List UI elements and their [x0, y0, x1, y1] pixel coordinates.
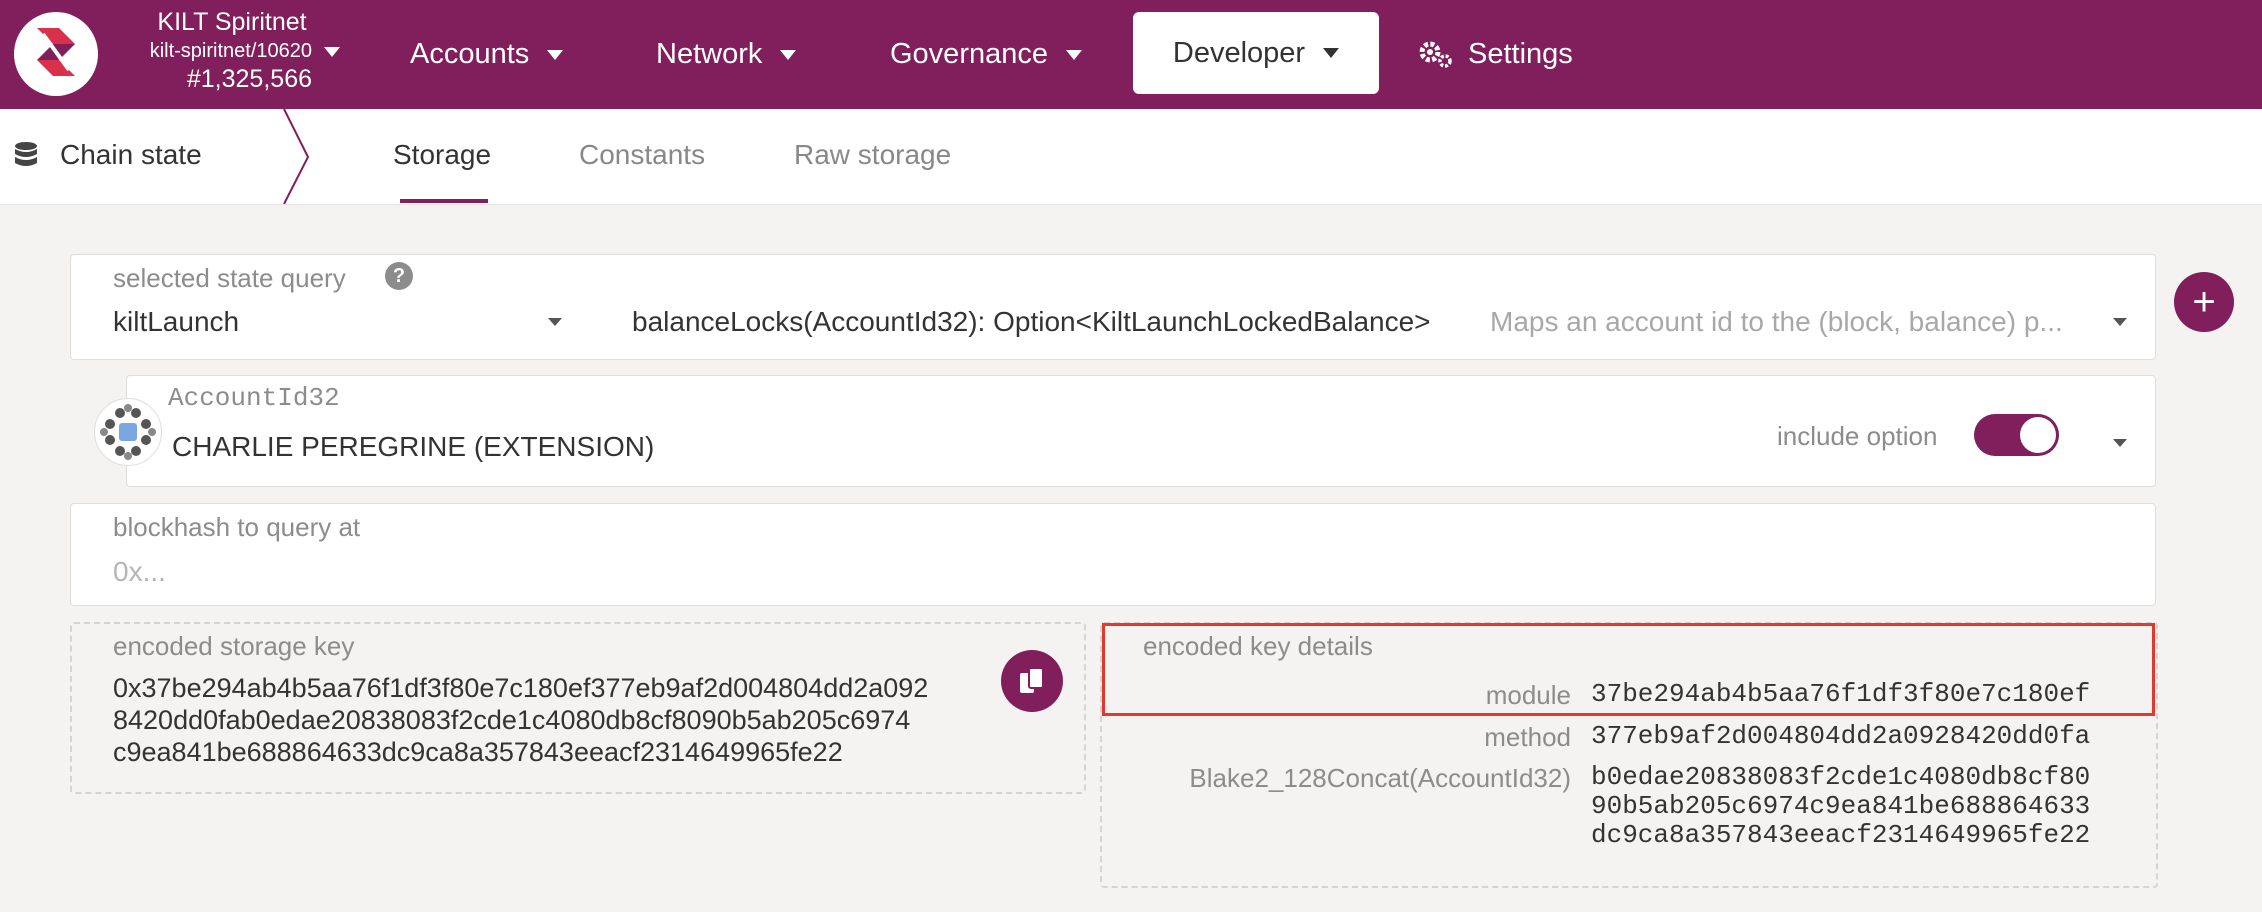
nav-settings-label: Settings	[1468, 38, 1573, 70]
method-description: Maps an account id to the (block, balanc…	[1490, 306, 2063, 337]
block-number: #1,325,566	[186, 65, 312, 93]
key-detail-name-hasher: Blake2_128Concat(AccountId32)	[1189, 763, 1571, 793]
section-title: Chain state	[60, 139, 202, 170]
nav-network[interactable]: Network	[656, 0, 797, 109]
active-tab-indicator	[400, 199, 488, 203]
kilt-logo[interactable]	[14, 12, 98, 96]
encoded-key-line: c9ea841be688864633dc9ca8a357843eeacf2314…	[113, 737, 843, 767]
database-icon	[15, 142, 37, 166]
nav-network-label: Network	[656, 38, 763, 70]
tab-storage[interactable]: Storage	[393, 139, 491, 171]
encoded-storage-key-label: encoded storage key	[113, 631, 355, 661]
key-detail-value-method: 377eb9af2d004804dd2a0928420dd0fa	[1591, 722, 2090, 751]
chevron-down-icon	[547, 49, 564, 60]
nav-accounts-label: Accounts	[410, 38, 530, 70]
kilt-logo-icon	[37, 28, 75, 76]
key-detail-value-hasher: b0edae20838083f2cde1c4080db8cf80 90b5ab2…	[1591, 763, 2090, 850]
nav-developer-label: Developer	[1172, 36, 1306, 69]
copy-icon	[1020, 667, 1044, 693]
sub-nav-bar: Chain state Storage Constants Raw storag…	[0, 109, 2262, 205]
hex-line: 90b5ab205c6974c9ea841be688864633	[1591, 791, 2091, 821]
chevron-down-icon[interactable]	[324, 47, 340, 57]
tab-constants[interactable]: Constants	[579, 139, 705, 171]
include-option-toggle[interactable]	[1974, 414, 2059, 456]
module-select[interactable]: kiltLaunch	[113, 306, 239, 338]
nav-developer[interactable]: Developer	[1133, 12, 1379, 94]
blockhash-label: blockhash to query at	[113, 512, 361, 542]
encoded-key-line: 0x37be294ab4b5aa76f1df3f80e7c180ef377eb9…	[113, 673, 929, 703]
nav-settings[interactable]: Settings	[1418, 0, 1573, 109]
gears-icon	[1419, 41, 1452, 68]
top-nav-bar: KILT Spiritnet kilt-spiritnet/10620 #1,3…	[0, 0, 2262, 109]
add-query-button[interactable]: +	[2174, 272, 2234, 332]
section-divider	[283, 109, 310, 204]
chevron-down-icon	[780, 49, 797, 60]
help-icon[interactable]: ?	[385, 262, 413, 290]
chain-selector[interactable]: KILT Spiritnet kilt-spiritnet/10620 #1,3…	[112, 10, 352, 92]
key-detail-name-method: method	[1484, 722, 1571, 752]
blockhash-input[interactable]: 0x...	[113, 556, 166, 588]
tab-raw-storage[interactable]: Raw storage	[794, 139, 951, 171]
identicon-icon	[100, 404, 156, 460]
chevron-down-icon	[1323, 48, 1340, 58]
chain-spec: kilt-spiritnet/10620	[149, 40, 312, 62]
hex-line: b0edae20838083f2cde1c4080db8cf80	[1591, 762, 2091, 792]
state-query-label: selected state query	[113, 263, 346, 293]
account-id-label: AccountId32	[168, 383, 340, 413]
chevron-down-icon	[1066, 49, 1082, 60]
nav-governance-label: Governance	[890, 38, 1048, 70]
chevron-down-icon[interactable]	[2113, 439, 2127, 447]
hex-line: 377eb9af2d004804dd2a0928420dd0fa	[1591, 721, 2091, 751]
include-option-label: include option	[1777, 421, 1938, 451]
toggle-knob	[2020, 417, 2056, 453]
nav-accounts[interactable]: Accounts	[410, 0, 564, 109]
account-select[interactable]: CHARLIE PEREGRINE (EXTENSION)	[172, 431, 654, 463]
copy-button[interactable]	[1001, 650, 1063, 712]
plus-icon: +	[2192, 280, 2216, 324]
chevron-down-icon[interactable]	[2113, 318, 2127, 326]
encoded-key-line: 8420dd0fab0edae20838083f2cde1c4080db8cf8…	[113, 705, 911, 735]
highlight-box	[1102, 623, 2155, 716]
hex-line: dc9ca8a357843eeacf2314649965fe22	[1591, 820, 2091, 850]
chain-name: KILT Spiritnet	[157, 8, 307, 36]
encoded-storage-key-value: 0x37be294ab4b5aa76f1df3f80e7c180ef377eb9…	[113, 672, 1013, 772]
method-select[interactable]: balanceLocks(AccountId32): Option<KiltLa…	[632, 306, 1431, 338]
identicon-avatar	[94, 398, 162, 466]
blockhash-panel	[70, 503, 2156, 606]
nav-governance[interactable]: Governance	[890, 0, 1082, 109]
chevron-down-icon[interactable]	[548, 318, 562, 326]
